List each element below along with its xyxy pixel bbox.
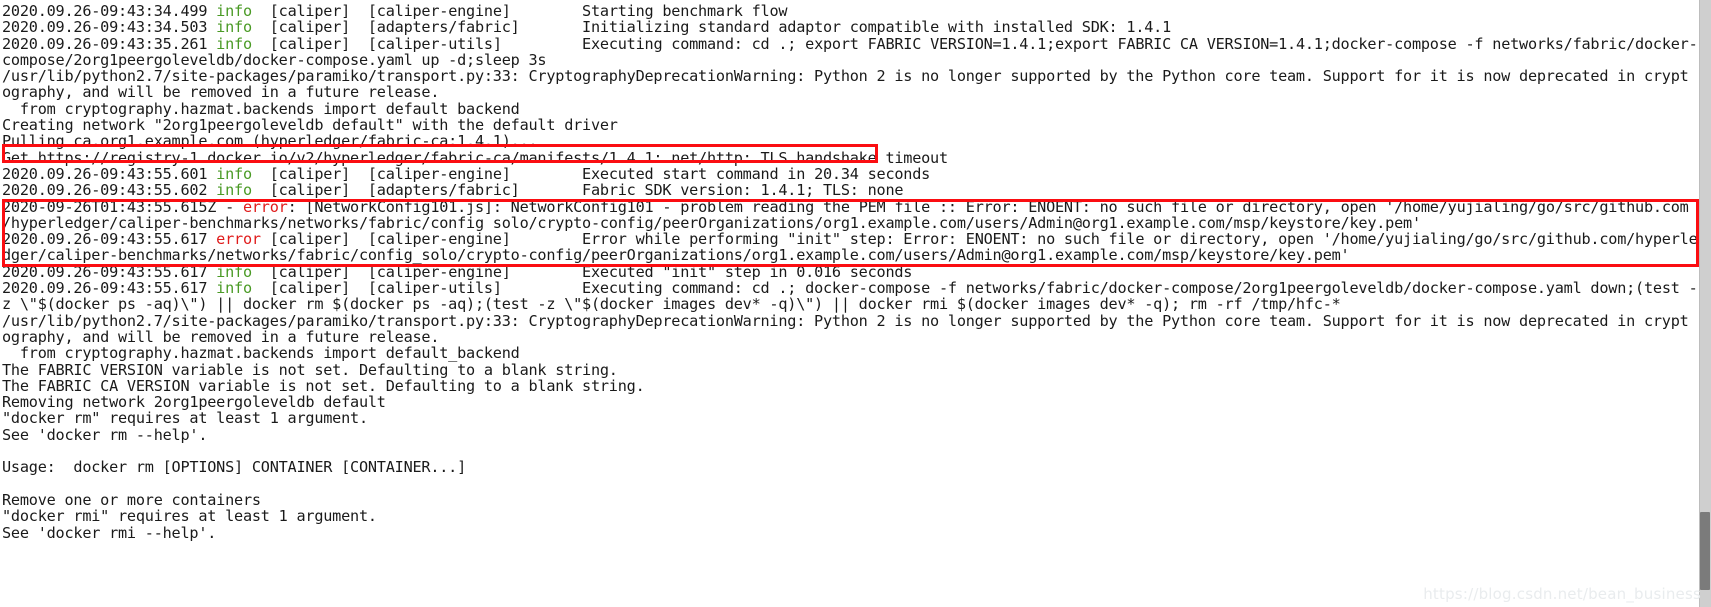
log-text: [caliper] [caliper-engine] Starting benc… xyxy=(251,3,788,20)
log-text: dger/caliper-benchmarks/networks/fabric/… xyxy=(2,247,1350,264)
log-text: Creating network "2org1peergoleveldb_def… xyxy=(2,117,618,134)
log-text: [caliper] [caliper-utils] Executing comm… xyxy=(251,35,1698,52)
terminal-log-output: 2020.09.26-09:43:34.499 info [caliper] [… xyxy=(0,0,1699,607)
log-text: 2020.09.26-09:43:34.503 xyxy=(2,19,217,36)
log-text: /usr/lib/python2.7/site-packages/paramik… xyxy=(2,68,1689,85)
vertical-scrollbar-track[interactable] xyxy=(1699,0,1711,607)
log-text: See 'docker rm --help'. xyxy=(2,426,208,444)
log-text: Usage: docker rm [OPTIONS] CONTAINER [CO… xyxy=(2,459,467,476)
terminal-window: 2020.09.26-09:43:34.499 info [caliper] [… xyxy=(0,0,1711,607)
log-text: "docker rm" requires at least 1 argument… xyxy=(2,410,368,427)
log-level-error: error xyxy=(216,231,261,248)
log-text: 2020.09.26-09:43:34.499 xyxy=(2,3,217,20)
log-text: [caliper] [caliper-engine] Executed star… xyxy=(251,165,931,183)
log-line: The FABRIC_VERSION variable is not set. … xyxy=(2,362,1699,378)
log-level-info: info xyxy=(216,35,252,52)
log-line: 2020.09.26-09:43:34.503 info [caliper] [… xyxy=(2,19,1699,35)
log-text: [caliper] [caliper-utils] Executing comm… xyxy=(251,280,1698,297)
log-line: Get https://registry-1.docker.io/v2/hype… xyxy=(2,150,1699,166)
log-text: [caliper] [caliper-engine] Error while p… xyxy=(260,231,1698,248)
log-text: ography, and will be removed in a future… xyxy=(2,328,440,346)
log-line: dger/caliper-benchmarks/networks/fabric/… xyxy=(2,247,1699,263)
log-line: 2020.09.26-09:43:55.601 info [caliper] [… xyxy=(2,166,1699,182)
log-line: 2020.09.26-09:43:34.499 info [caliper] [… xyxy=(2,3,1699,19)
log-text: from cryptography.hazmat.backends import… xyxy=(2,100,520,118)
log-text: See 'docker rmi --help'. xyxy=(2,524,217,541)
log-line: The FABRIC_CA_VERSION variable is not se… xyxy=(2,378,1699,394)
log-level-info: info xyxy=(216,3,252,20)
log-text: Get https://registry-1.docker.io/v2/hype… xyxy=(2,149,948,166)
log-text: 2020.09.26-09:43:55.601 xyxy=(2,165,217,183)
log-line: /hyperledger/caliper-benchmarks/networks… xyxy=(2,215,1699,231)
log-line: "docker rmi" requires at least 1 argumen… xyxy=(2,508,1699,524)
log-text: 2020-09-26T01:43:55.615Z - xyxy=(2,198,243,215)
log-text: [caliper] [adapters/fabric] Initializing… xyxy=(251,19,1172,36)
log-line: 2020.09.26-09:43:55.617 info [caliper] [… xyxy=(2,280,1699,296)
log-line: /usr/lib/python2.7/site-packages/paramik… xyxy=(2,313,1699,329)
log-level-info: info xyxy=(216,19,252,36)
log-text: The FABRIC_VERSION variable is not set. … xyxy=(2,361,618,378)
log-line: 2020.09.26-09:43:55.617 info [caliper] [… xyxy=(2,264,1699,280)
log-text: [caliper] [caliper-engine] Executed "ini… xyxy=(251,263,913,281)
log-text: compose/2org1peergoleveldb/docker-compos… xyxy=(2,51,547,69)
log-text: "docker rmi" requires at least 1 argumen… xyxy=(2,508,377,525)
log-text: z \"$(docker ps -aq)\") || docker rm $(d… xyxy=(2,296,1341,313)
log-line: Creating network "2org1peergoleveldb_def… xyxy=(2,117,1699,133)
log-text: from cryptography.hazmat.backends import… xyxy=(2,345,520,362)
log-line: Pulling ca.org1.example.com (hyperledger… xyxy=(2,133,1699,149)
log-line: 2020.09.26-09:43:35.261 info [caliper] [… xyxy=(2,36,1699,52)
log-text: : [NetworkConfig101.js]: NetworkConfig10… xyxy=(287,198,1689,215)
log-line: Removing network 2org1peergoleveldb_defa… xyxy=(2,394,1699,410)
vertical-scrollbar-thumb[interactable] xyxy=(1700,512,1710,590)
log-text: The FABRIC_CA_VERSION variable is not se… xyxy=(2,377,645,395)
log-text: 2020.09.26-09:43:55.617 xyxy=(2,280,217,297)
log-line: from cryptography.hazmat.backends import… xyxy=(2,101,1699,117)
log-line: compose/2org1peergoleveldb/docker-compos… xyxy=(2,52,1699,68)
log-level-info: info xyxy=(216,165,252,183)
log-line: 2020.09.26-09:43:55.602 info [caliper] [… xyxy=(2,182,1699,198)
log-line: See 'docker rmi --help'. xyxy=(2,525,1699,541)
log-level-info: info xyxy=(216,263,252,281)
log-level-error: error xyxy=(242,198,288,215)
log-text: [caliper] [adapters/fabric] Fabric SDK v… xyxy=(251,182,904,199)
log-line: "docker rm" requires at least 1 argument… xyxy=(2,410,1699,426)
log-level-info: info xyxy=(216,280,252,297)
log-line: ography, and will be removed in a future… xyxy=(2,329,1699,345)
log-text: 2020.09.26-09:43:55.617 xyxy=(2,231,217,248)
log-line: Usage: docker rm [OPTIONS] CONTAINER [CO… xyxy=(2,459,1699,475)
log-text: 2020.09.26-09:43:55.602 xyxy=(2,182,217,199)
log-level-info: info xyxy=(216,182,252,199)
log-text: 2020.09.26-09:43:35.261 xyxy=(2,35,217,52)
log-line: Remove one or more containers xyxy=(2,492,1699,508)
log-text: Pulling ca.org1.example.com (hyperledger… xyxy=(2,133,538,150)
log-line: See 'docker rm --help'. xyxy=(2,427,1699,443)
log-text: ography, and will be removed in a future… xyxy=(2,84,440,101)
log-line: 2020-09-26T01:43:55.615Z - error: [Netwo… xyxy=(2,199,1699,215)
log-text: /hyperledger/caliper-benchmarks/networks… xyxy=(2,214,1421,232)
log-line: ography, and will be removed in a future… xyxy=(2,84,1699,100)
log-text: Remove one or more containers xyxy=(2,491,261,509)
log-text: 2020.09.26-09:43:55.617 xyxy=(2,263,217,281)
log-line: 2020.09.26-09:43:55.617 error [caliper] … xyxy=(2,231,1699,247)
watermark-text: https://blog.csdn.net/bean_business xyxy=(1423,585,1701,603)
log-text: Removing network 2org1peergoleveldb_defa… xyxy=(2,394,386,411)
log-text: /usr/lib/python2.7/site-packages/paramik… xyxy=(2,312,1689,329)
log-line: /usr/lib/python2.7/site-packages/paramik… xyxy=(2,68,1699,84)
log-line: from cryptography.hazmat.backends import… xyxy=(2,345,1699,361)
log-line: z \"$(docker ps -aq)\") || docker rm $(d… xyxy=(2,296,1699,312)
